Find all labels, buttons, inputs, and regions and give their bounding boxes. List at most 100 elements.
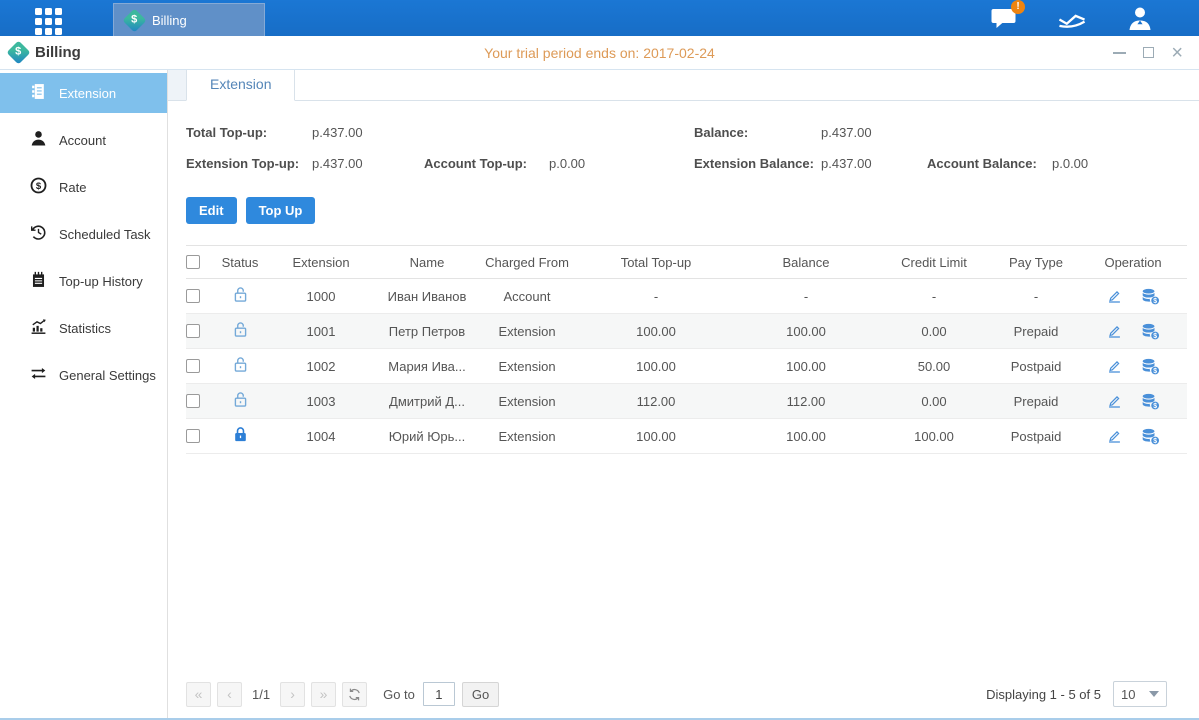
taskbar-tab-label: Billing <box>152 13 187 28</box>
extension-topup-value: p.437.00 <box>312 156 363 171</box>
top-up-button[interactable]: Top Up <box>246 197 316 224</box>
topup-icon[interactable]: $ <box>1141 428 1160 445</box>
name-cell: Мария Ива... <box>376 359 478 374</box>
sidebar-item-scheduled-task[interactable]: Scheduled Task <box>0 214 167 254</box>
column-header-balance: Balance <box>736 255 876 270</box>
extension-cell: 1000 <box>266 289 376 304</box>
charged-from-cell: Extension <box>478 359 576 374</box>
row-checkbox[interactable] <box>186 394 200 408</box>
extension-balance-label: Extension Balance: <box>694 156 814 171</box>
total-topup-cell: 112.00 <box>576 394 736 409</box>
extension-cell: 1003 <box>266 394 376 409</box>
account-topup-value: p.0.00 <box>549 156 585 171</box>
svg-text:$: $ <box>1153 333 1157 340</box>
next-page-button[interactable]: › <box>280 682 305 707</box>
close-button[interactable]: × <box>1171 43 1183 63</box>
column-header-credit-limit: Credit Limit <box>876 255 992 270</box>
bar-chart-icon <box>30 318 47 338</box>
goto-label: Go to <box>383 687 415 702</box>
lock-open-icon[interactable] <box>232 321 249 338</box>
charged-from-cell: Extension <box>478 324 576 339</box>
topup-icon[interactable]: $ <box>1141 288 1160 305</box>
pay-type-cell: Postpaid <box>992 359 1080 374</box>
balance-cell: 100.00 <box>736 359 876 374</box>
taskbar-tab-billing[interactable]: $ Billing <box>113 3 265 36</box>
table-row: 1001 Петр Петров Extension 100.00 100.00… <box>186 314 1187 349</box>
refresh-icon[interactable] <box>342 682 367 707</box>
ledger-icon <box>30 83 47 103</box>
sidebar-item-statistics[interactable]: Statistics <box>0 308 167 348</box>
total-topup-label: Total Top-up: <box>186 125 267 140</box>
prev-page-button[interactable]: ‹ <box>217 682 242 707</box>
notifications-chat-icon[interactable]: ! <box>990 6 1017 30</box>
extension-cell: 1002 <box>266 359 376 374</box>
pay-type-cell: Prepaid <box>992 394 1080 409</box>
svg-text:$: $ <box>1153 438 1157 445</box>
notebook-icon <box>30 271 47 291</box>
monitor-chart-icon[interactable] <box>1057 7 1087 30</box>
goto-page-input[interactable] <box>423 682 455 706</box>
minimize-button[interactable] <box>1113 52 1126 54</box>
sidebar-item-rate[interactable]: $ Rate <box>0 167 167 207</box>
sliders-icon <box>30 365 47 385</box>
clock-history-icon <box>30 224 47 244</box>
lock-closed-icon[interactable] <box>232 426 249 443</box>
go-button[interactable]: Go <box>462 682 499 707</box>
top-system-bar: $ Billing ! <box>0 0 1199 36</box>
user-account-icon[interactable] <box>1127 6 1153 30</box>
topup-icon[interactable]: $ <box>1141 323 1160 340</box>
balance-cell: 100.00 <box>736 429 876 444</box>
table-row: 1003 Дмитрий Д... Extension 112.00 112.0… <box>186 384 1187 419</box>
window-title: Billing <box>35 44 81 61</box>
account-balance-label: Account Balance: <box>927 156 1037 171</box>
edit-icon[interactable] <box>1106 393 1123 409</box>
total-topup-cell: - <box>576 289 736 304</box>
sidebar-item-extension[interactable]: Extension <box>0 73 167 113</box>
app-launcher-icon[interactable] <box>35 8 62 35</box>
credit-limit-cell: 0.00 <box>876 324 992 339</box>
row-checkbox[interactable] <box>186 359 200 373</box>
first-page-button[interactable]: « <box>186 682 211 707</box>
edit-icon[interactable] <box>1106 323 1123 339</box>
svg-text:$: $ <box>36 181 42 192</box>
column-header-total-top-up: Total Top-up <box>576 255 736 270</box>
edit-icon[interactable] <box>1106 358 1123 374</box>
sidebar-item-general-settings[interactable]: General Settings <box>0 355 167 395</box>
extension-cell: 1001 <box>266 324 376 339</box>
column-header-status: Status <box>214 255 266 270</box>
total-topup-cell: 100.00 <box>576 429 736 444</box>
charged-from-cell: Extension <box>478 429 576 444</box>
lock-open-icon[interactable] <box>232 286 249 303</box>
row-checkbox[interactable] <box>186 289 200 303</box>
tab-extension[interactable]: Extension <box>186 70 295 101</box>
topup-icon[interactable]: $ <box>1141 358 1160 375</box>
edit-icon[interactable] <box>1106 288 1123 304</box>
name-cell: Иван Иванов <box>376 289 478 304</box>
name-cell: Юрий Юрь... <box>376 429 478 444</box>
sidebar-item-account[interactable]: Account <box>0 120 167 160</box>
extension-topup-label: Extension Top-up: <box>186 156 299 171</box>
balance-cell: 112.00 <box>736 394 876 409</box>
last-page-button[interactable]: » <box>311 682 336 707</box>
topup-icon[interactable]: $ <box>1141 393 1160 410</box>
select-all-checkbox[interactable] <box>186 255 200 269</box>
name-cell: Дмитрий Д... <box>376 394 478 409</box>
pay-type-cell: - <box>992 289 1080 304</box>
table-header: StatusExtensionNameCharged FromTotal Top… <box>186 245 1187 279</box>
lock-open-icon[interactable] <box>232 356 249 373</box>
pay-type-cell: Postpaid <box>992 429 1080 444</box>
sidebar-item-top-up-history[interactable]: Top-up History <box>0 261 167 301</box>
row-checkbox[interactable] <box>186 324 200 338</box>
page-size-select[interactable]: 10 <box>1113 681 1167 707</box>
lock-open-icon[interactable] <box>232 391 249 408</box>
page-size-value: 10 <box>1121 687 1135 702</box>
edit-button[interactable]: Edit <box>186 197 237 224</box>
column-header-name: Name <box>376 255 478 270</box>
charged-from-cell: Account <box>478 289 576 304</box>
row-checkbox[interactable] <box>186 429 200 443</box>
chevron-down-icon <box>1149 691 1159 697</box>
maximize-button[interactable] <box>1143 47 1154 58</box>
credit-limit-cell: - <box>876 289 992 304</box>
column-header-pay-type: Pay Type <box>992 255 1080 270</box>
edit-icon[interactable] <box>1106 428 1123 444</box>
